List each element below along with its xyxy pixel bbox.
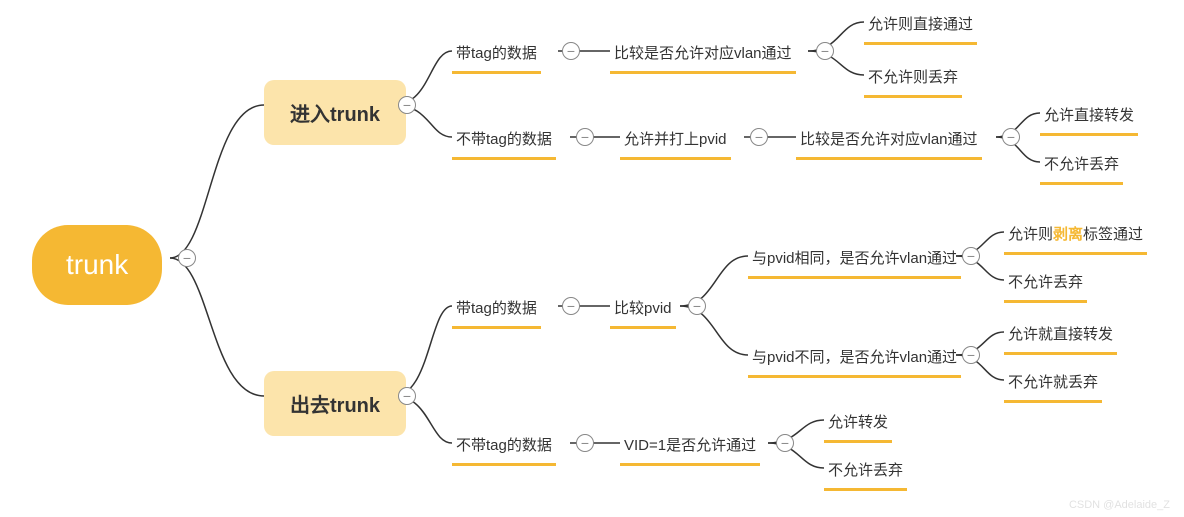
branch-enter-trunk[interactable]: 进入trunk <box>264 80 406 145</box>
collapse-icon[interactable]: − <box>750 128 768 146</box>
node-out-tag-same[interactable]: 与pvid相同，是否允许vlan通过 <box>748 241 961 279</box>
node-out-tag[interactable]: 带tag的数据 <box>452 291 541 329</box>
collapse-icon[interactable]: − <box>688 297 706 315</box>
collapse-icon[interactable]: − <box>962 247 980 265</box>
node-in-notag-pvid[interactable]: 允许并打上pvid <box>620 122 731 160</box>
node-out-notag-deny[interactable]: 不允许丢弃 <box>824 453 907 491</box>
branch-exit-trunk[interactable]: 出去trunk <box>264 371 406 436</box>
node-out-notag-vid[interactable]: VID=1是否允许通过 <box>620 428 760 466</box>
collapse-icon[interactable]: − <box>776 434 794 452</box>
root-node[interactable]: trunk <box>32 225 162 305</box>
collapse-icon[interactable]: − <box>178 249 196 267</box>
node-in-tag-allow[interactable]: 允许则直接通过 <box>864 7 977 45</box>
node-out-notag-allow[interactable]: 允许转发 <box>824 405 892 443</box>
node-out-tag-compare[interactable]: 比较pvid <box>610 291 676 329</box>
node-in-notag-allow[interactable]: 允许直接转发 <box>1040 98 1138 136</box>
node-out-tag-same-allow[interactable]: 允许则剥离标签通过 <box>1004 217 1147 255</box>
node-out-tag-diff-deny[interactable]: 不允许就丢弃 <box>1004 365 1102 403</box>
collapse-icon[interactable]: − <box>576 434 594 452</box>
node-in-notag-compare[interactable]: 比较是否允许对应vlan通过 <box>796 122 982 160</box>
collapse-icon[interactable]: − <box>398 96 416 114</box>
collapse-icon[interactable]: − <box>562 297 580 315</box>
root-label: trunk <box>66 249 128 281</box>
node-in-notag-deny[interactable]: 不允许丢弃 <box>1040 147 1123 185</box>
branch-label: 进入trunk <box>290 98 380 127</box>
node-in-notag[interactable]: 不带tag的数据 <box>452 122 556 160</box>
node-out-tag-same-deny[interactable]: 不允许丢弃 <box>1004 265 1087 303</box>
collapse-icon[interactable]: − <box>398 387 416 405</box>
node-out-notag[interactable]: 不带tag的数据 <box>452 428 556 466</box>
node-in-tag[interactable]: 带tag的数据 <box>452 36 541 74</box>
watermark-text: CSDN @Adelaide_Z <box>1069 499 1170 511</box>
node-out-tag-diff[interactable]: 与pvid不同，是否允许vlan通过 <box>748 340 961 378</box>
node-in-tag-compare[interactable]: 比较是否允许对应vlan通过 <box>610 36 796 74</box>
collapse-icon[interactable]: − <box>576 128 594 146</box>
collapse-icon[interactable]: − <box>962 346 980 364</box>
collapse-icon[interactable]: − <box>816 42 834 60</box>
branch-label: 出去trunk <box>290 389 380 418</box>
node-out-tag-diff-allow[interactable]: 允许就直接转发 <box>1004 317 1117 355</box>
collapse-icon[interactable]: − <box>1002 128 1020 146</box>
collapse-icon[interactable]: − <box>562 42 580 60</box>
node-in-tag-deny[interactable]: 不允许则丢弃 <box>864 60 962 98</box>
